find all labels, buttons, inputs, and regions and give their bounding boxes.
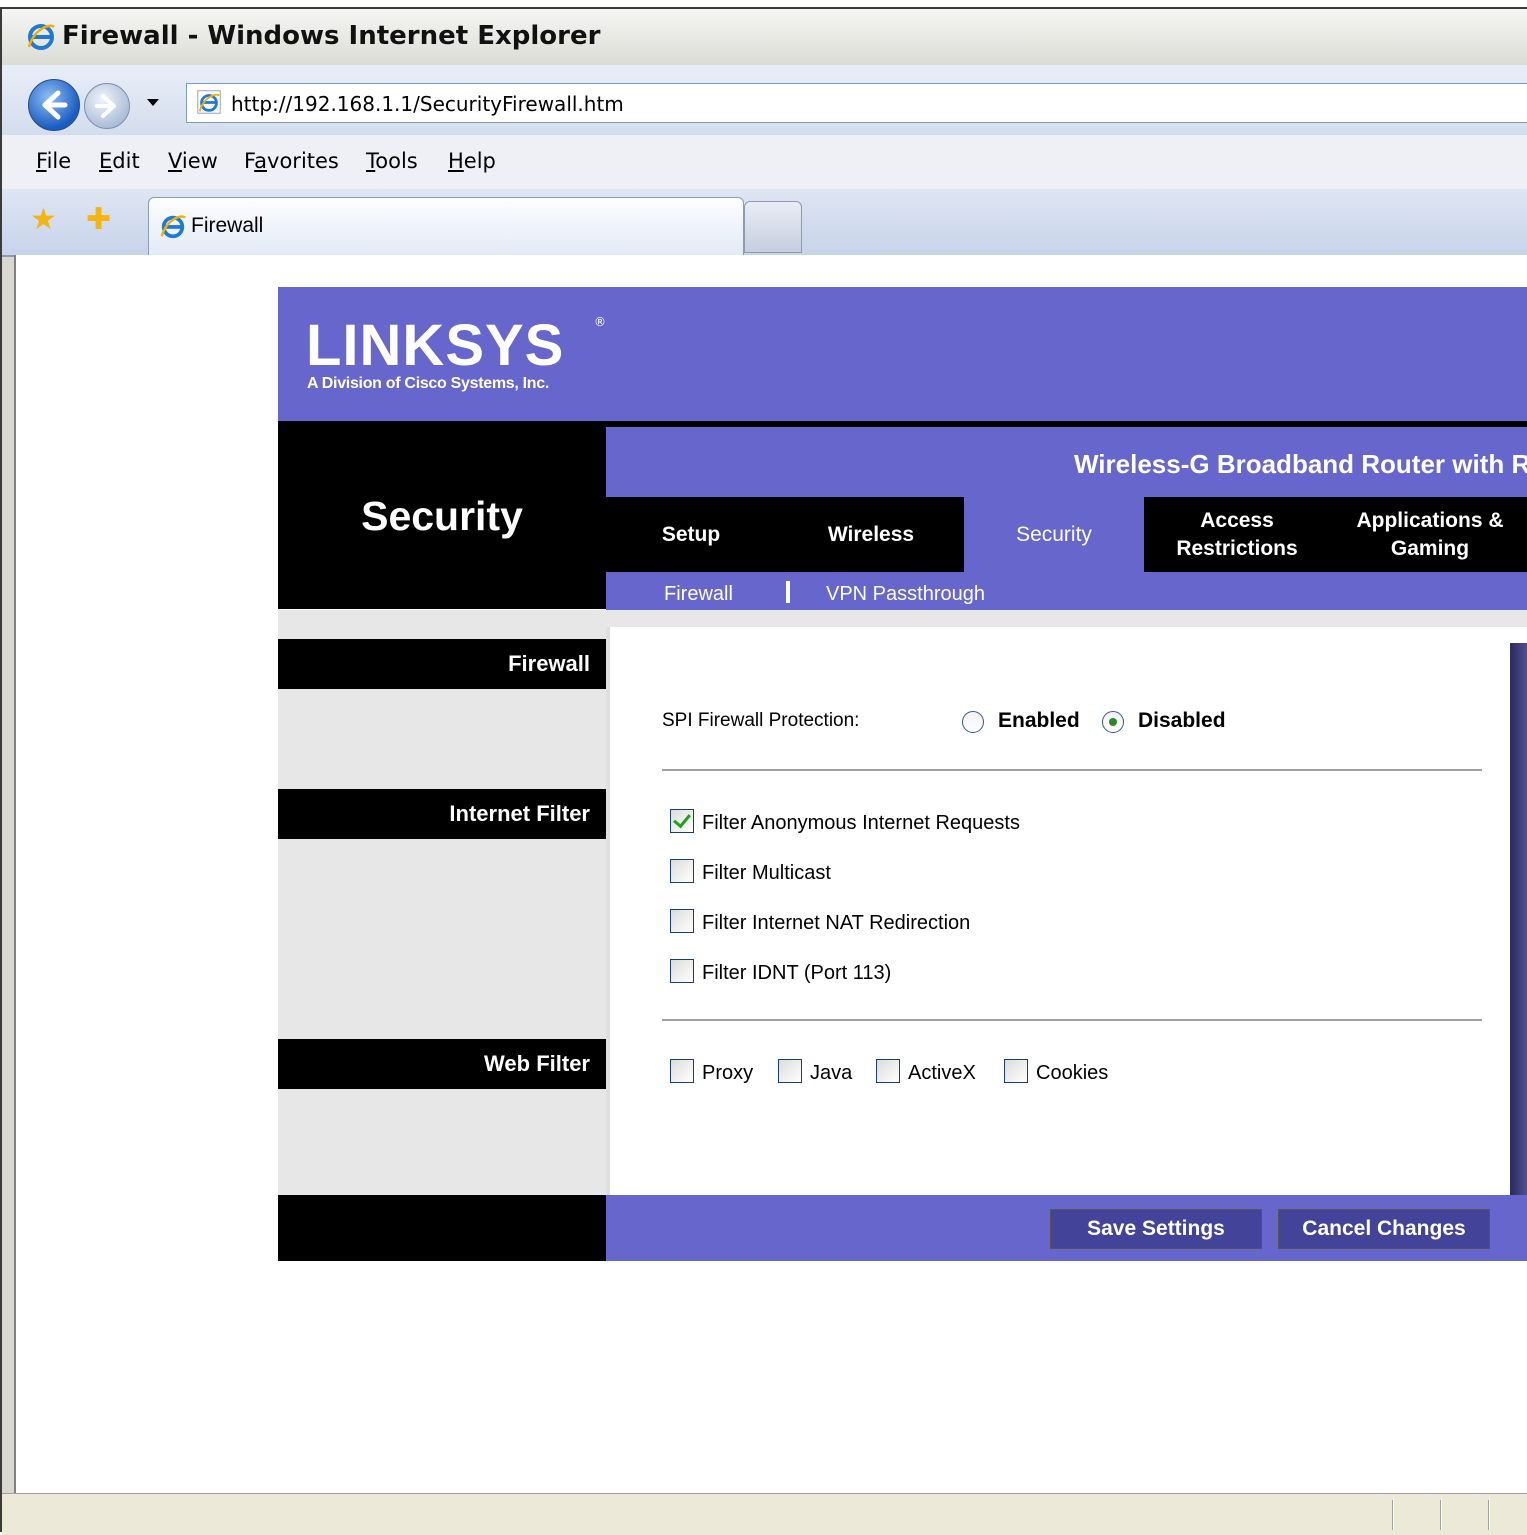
- page-viewport: LINKSYS ® A Division of Cisco Systems, I…: [14, 255, 1527, 1493]
- forward-button[interactable]: [84, 83, 130, 129]
- filter-idnt-label: Filter IDNT (Port 113): [702, 962, 892, 984]
- right-shadow-bar: [1510, 643, 1527, 1195]
- section-web-filter-label: Web Filter: [484, 1051, 590, 1076]
- web-filter-activex-checkbox[interactable]: [876, 1059, 900, 1083]
- back-button[interactable]: [28, 79, 80, 131]
- left-column: [278, 610, 606, 1195]
- add-favorite-icon[interactable]: ✚: [86, 205, 111, 235]
- subtab-separator: [786, 581, 790, 603]
- tab-setup[interactable]: Setup: [646, 521, 736, 549]
- spi-disabled-radio[interactable]: [1102, 711, 1124, 733]
- favorites-star-icon[interactable]: ★: [30, 205, 57, 235]
- status-divider: [1488, 1500, 1490, 1530]
- history-dropdown-button[interactable]: [145, 95, 161, 111]
- tab-wireless[interactable]: Wireless: [812, 521, 930, 549]
- filter-nat-redirection-label: Filter Internet NAT Redirection: [702, 912, 971, 934]
- address-bar-row: http://192.168.1.1/SecurityFirewall.htm: [2, 65, 1527, 136]
- divider: [662, 1019, 1482, 1021]
- spi-enabled-label: Enabled: [998, 709, 1080, 732]
- menu-file[interactable]: File: [36, 149, 71, 173]
- arrow-right-icon: [95, 94, 116, 118]
- panel-top-gap: [606, 610, 1527, 627]
- section-internet-filter-label: Internet Filter: [449, 801, 590, 826]
- status-divider: [1392, 1500, 1394, 1530]
- section-web-filter-header: Web Filter: [278, 1039, 606, 1089]
- title-bar: Firewall - Windows Internet Explorer: [2, 9, 1527, 66]
- menu-edit[interactable]: Edit: [99, 149, 140, 173]
- web-filter-cookies-checkbox[interactable]: [1004, 1059, 1028, 1083]
- tab-row: ★ ✚ Firewall: [2, 189, 1527, 257]
- web-filter-java-checkbox[interactable]: [778, 1059, 802, 1083]
- spi-label: SPI Firewall Protection:: [662, 710, 860, 731]
- tab-firewall[interactable]: Firewall: [148, 197, 744, 256]
- product-name: Wireless-G Broadband Router with R: [1074, 449, 1527, 479]
- section-firewall-label: Firewall: [508, 651, 590, 676]
- status-divider: [1440, 1500, 1442, 1530]
- spi-disabled-label: Disabled: [1138, 709, 1226, 732]
- subtab-vpn-passthrough[interactable]: VPN Passthrough: [826, 583, 985, 606]
- filter-anonymous-label: Filter Anonymous Internet Requests: [702, 812, 1020, 834]
- chevron-down-icon: [147, 99, 159, 106]
- menu-bar: File Edit View Favorites Tools Help: [2, 135, 1527, 190]
- web-filter-proxy-label: Proxy: [702, 1062, 754, 1084]
- menu-help[interactable]: Help: [448, 149, 496, 173]
- ie-tab-icon: [159, 212, 187, 240]
- sub-tab-bar: [606, 572, 1527, 610]
- filter-anonymous-checkbox[interactable]: [670, 809, 694, 833]
- registered-mark: ®: [594, 315, 606, 329]
- section-internet-filter-header: Internet Filter: [278, 789, 606, 839]
- linksys-logo: LINKSYS ®: [306, 313, 606, 378]
- window-title: Firewall - Windows Internet Explorer: [62, 21, 601, 51]
- arrow-left-icon: [42, 90, 68, 120]
- menu-view[interactable]: View: [168, 149, 218, 173]
- filter-idnt-checkbox[interactable]: [670, 959, 694, 983]
- filter-nat-redirection-checkbox[interactable]: [670, 909, 694, 933]
- menu-tools[interactable]: Tools: [366, 149, 418, 173]
- web-filter-proxy-checkbox[interactable]: [670, 1059, 694, 1083]
- filter-multicast-label: Filter Multicast: [702, 862, 831, 884]
- address-text: http://192.168.1.1/SecurityFirewall.htm: [231, 92, 624, 116]
- tab-access-restrictions[interactable]: Access Restrictions: [1154, 507, 1320, 563]
- footer-left-block: [278, 1195, 606, 1261]
- cancel-changes-button[interactable]: Cancel Changes: [1278, 1209, 1490, 1249]
- address-input[interactable]: http://192.168.1.1/SecurityFirewall.htm: [186, 83, 1527, 123]
- tab-label: Firewall: [191, 214, 264, 237]
- router-page: LINKSYS ® A Division of Cisco Systems, I…: [16, 255, 1527, 1493]
- page-title: Security: [361, 493, 523, 539]
- new-tab-button[interactable]: [744, 201, 802, 253]
- top-cropped-strip: [0, 0, 1527, 7]
- subtab-firewall[interactable]: Firewall: [664, 583, 733, 606]
- save-settings-button[interactable]: Save Settings: [1050, 1209, 1262, 1249]
- web-filter-java-label: Java: [810, 1062, 853, 1084]
- ie-logo-icon: [26, 21, 56, 51]
- spi-enabled-radio[interactable]: [962, 711, 984, 733]
- tab-applications-gaming[interactable]: Applications & Gaming: [1340, 507, 1520, 563]
- browser-window: Firewall - Windows Internet Explorer htt…: [0, 7, 1527, 1535]
- filter-multicast-checkbox[interactable]: [670, 859, 694, 883]
- divider: [662, 769, 1482, 771]
- status-bar: [2, 1493, 1527, 1535]
- tab-security[interactable]: Security: [994, 521, 1114, 549]
- section-firewall-header: Firewall: [278, 639, 606, 689]
- menu-favorites[interactable]: Favorites: [244, 149, 339, 173]
- web-filter-activex-label: ActiveX: [908, 1062, 976, 1084]
- page-icon: [195, 88, 223, 116]
- web-filter-cookies-label: Cookies: [1036, 1062, 1109, 1084]
- brand-subtitle: A Division of Cisco Systems, Inc.: [307, 375, 550, 392]
